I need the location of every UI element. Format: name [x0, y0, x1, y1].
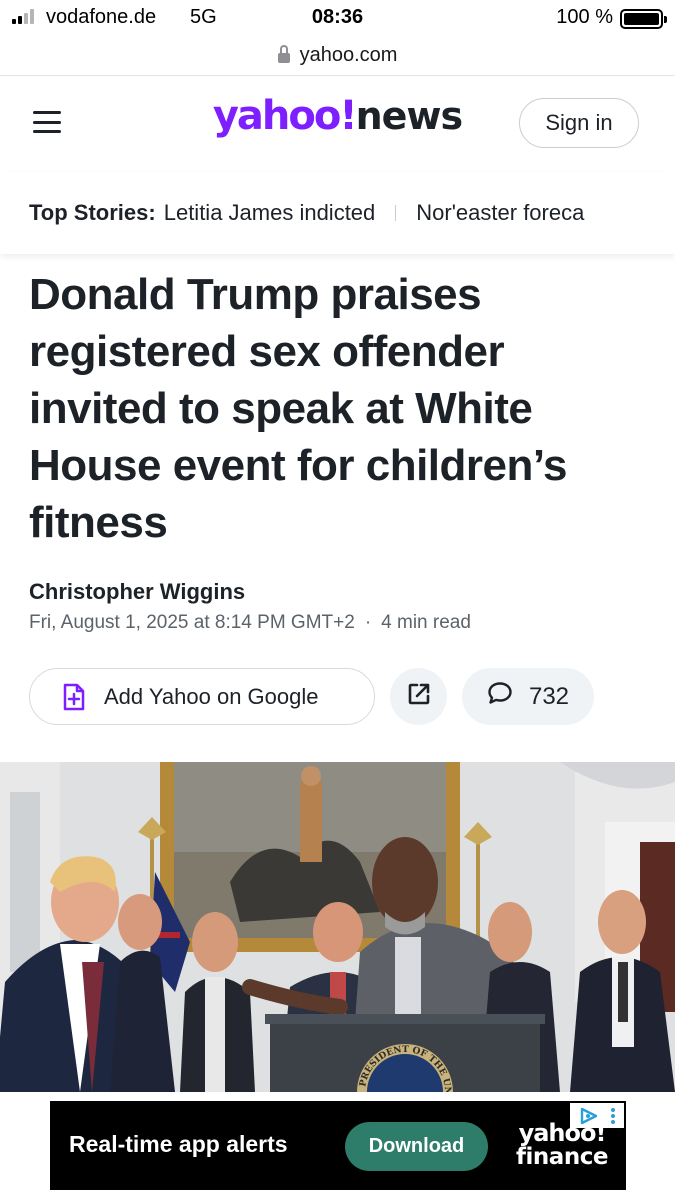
- article-dateline: Fri, August 1, 2025 at 8:14 PM GMT+2 · 4 m…: [29, 612, 471, 634]
- ad-download-button[interactable]: Download: [345, 1122, 488, 1171]
- share-external-icon: [406, 681, 432, 712]
- comment-bubble-icon: [487, 681, 513, 712]
- ad-headline: Real-time app alerts: [69, 1131, 288, 1157]
- top-stories-divider: [395, 205, 397, 221]
- ad-brand-line1: yahoo!: [518, 1119, 607, 1147]
- top-story-link[interactable]: Nor'easter foreca: [416, 200, 584, 226]
- ad-banner[interactable]: Real-time app alerts Download yahoo! fin…: [50, 1101, 626, 1190]
- comment-count: 732: [528, 682, 570, 710]
- top-stories-bar: Top Stories: Letitia James indicted Nor'…: [0, 172, 675, 254]
- top-stories-label: Top Stories:: [29, 200, 156, 225]
- add-yahoo-on-google-button[interactable]: Add Yahoo on Google: [29, 668, 375, 725]
- article-author[interactable]: Christopher Wiggins: [29, 579, 245, 605]
- ad-brand-line2: finance: [516, 1144, 608, 1170]
- article-headline: Donald Trump praises registered sex offe…: [29, 270, 567, 547]
- browser-address-bar[interactable]: yahoo.com: [0, 36, 675, 76]
- article-photo[interactable]: PRESIDENT OF THE UNITED: [0, 762, 675, 1092]
- read-time: 4 min read: [381, 612, 471, 633]
- sign-in-button[interactable]: Sign in: [519, 98, 639, 148]
- article-date: Fri, August 1, 2025 at 8:14 PM GMT+2: [29, 612, 355, 633]
- battery-icon: [620, 9, 667, 29]
- comments-button[interactable]: 732: [462, 668, 594, 725]
- lock-icon: [277, 44, 290, 64]
- article-photo-scene: PRESIDENT OF THE UNITED: [0, 762, 675, 1092]
- yahoo-finance-logo: yahoo! finance: [507, 1121, 617, 1169]
- dateline-separator: ·: [364, 612, 372, 633]
- add-yahoo-on-google-label: Add Yahoo on Google: [104, 683, 319, 709]
- document-plus-icon: [63, 683, 85, 711]
- share-button[interactable]: [390, 668, 447, 725]
- site-header: yahoo!news Sign in: [0, 77, 675, 172]
- top-stories-fade: [605, 172, 675, 254]
- logo-news-text: news: [355, 94, 464, 138]
- url-text[interactable]: yahoo.com: [300, 44, 398, 67]
- battery-percentage: 100 %: [556, 6, 613, 28]
- status-bar: vodafone.de 5G 08:36 100 %: [0, 0, 675, 36]
- logo-yahoo-text: yahoo!: [212, 93, 358, 139]
- top-story-link[interactable]: Letitia James indicted: [164, 200, 376, 226]
- battery-level: [624, 13, 659, 25]
